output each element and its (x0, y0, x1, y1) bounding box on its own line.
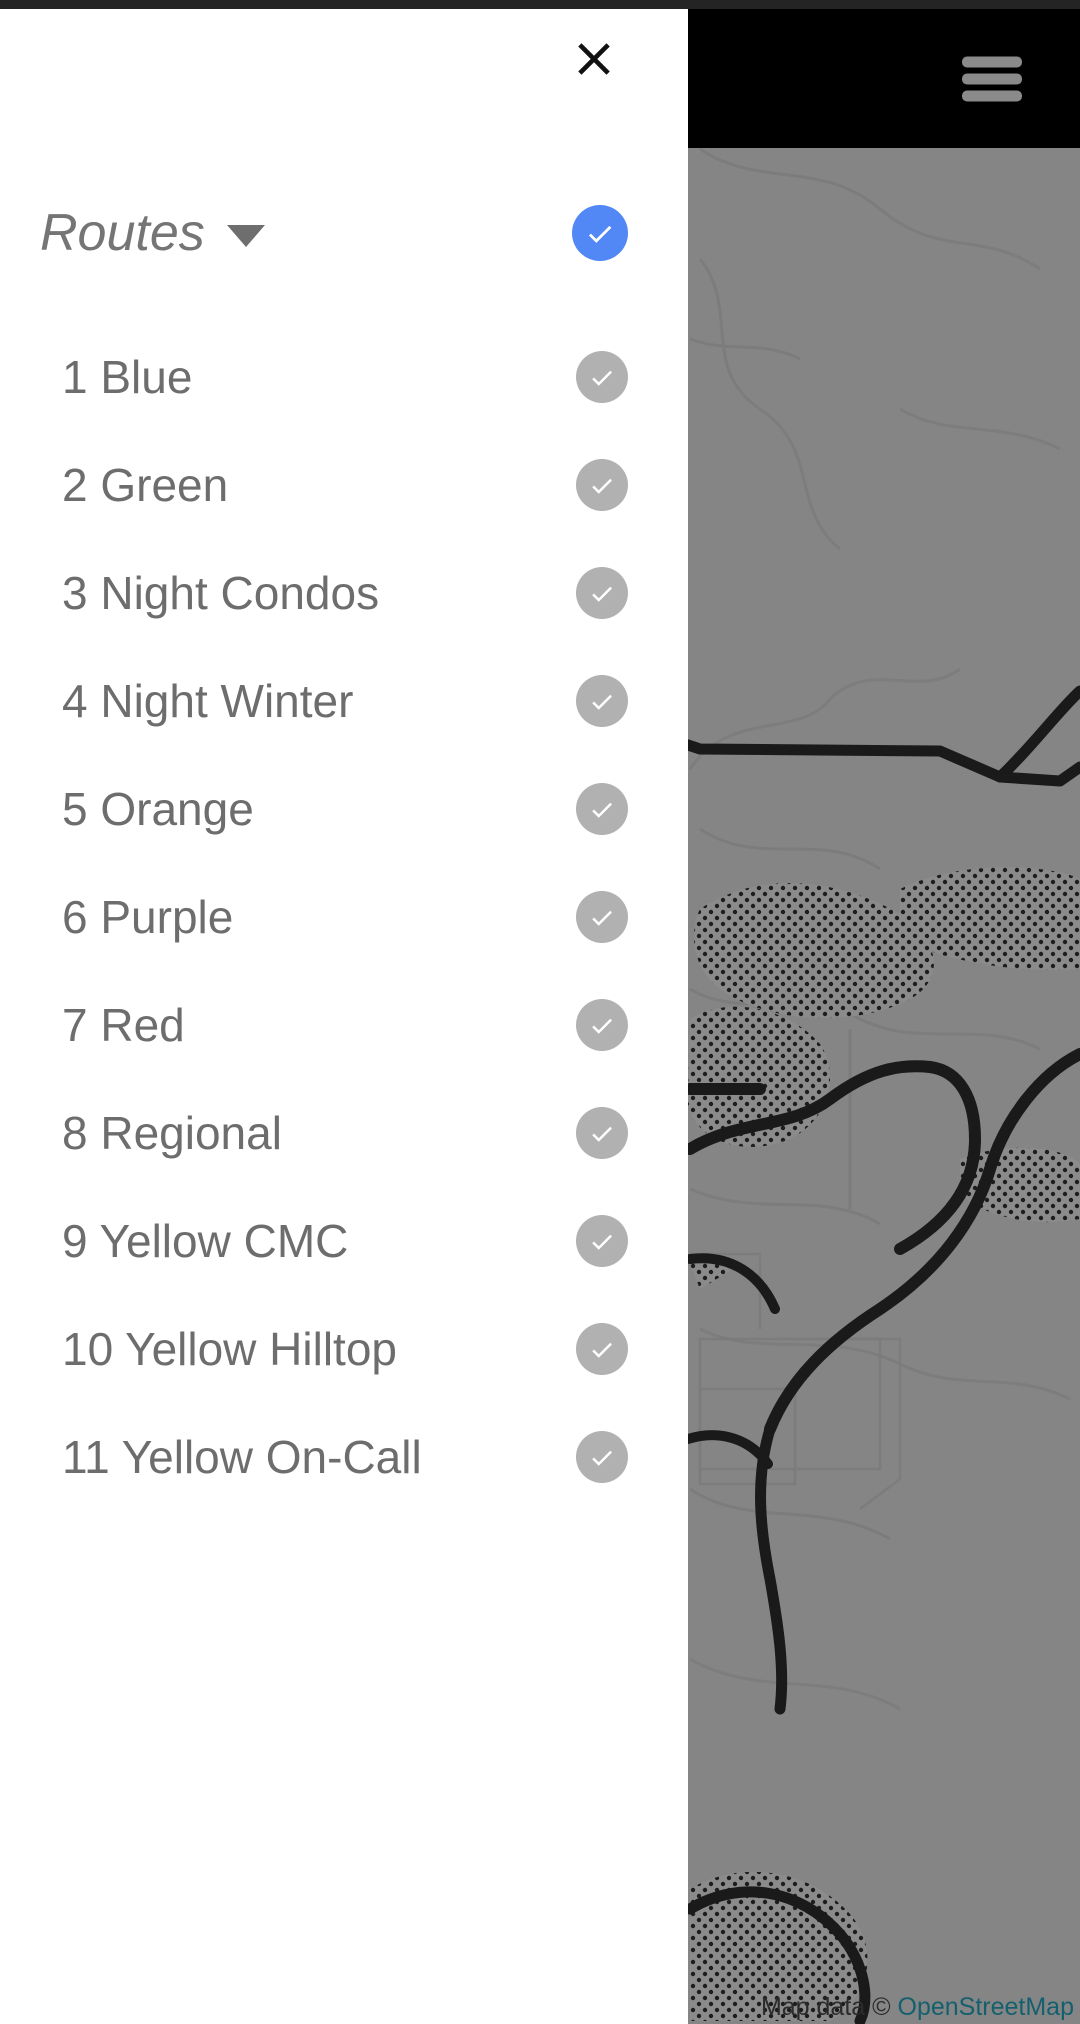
route-row-11[interactable]: 11 Yellow On-Call (0, 1403, 688, 1511)
route-row-5[interactable]: 5 Orange (0, 755, 688, 863)
route-row-6[interactable]: 6 Purple (0, 863, 688, 971)
hamburger-bar-1 (962, 56, 1022, 67)
routes-group-checkbox[interactable] (572, 205, 628, 261)
openstreetmap-link[interactable]: OpenStreetMap (898, 1993, 1075, 2021)
check-icon (592, 1126, 612, 1142)
check-icon (592, 478, 612, 494)
route-label: 1 Blue (62, 351, 193, 403)
drawer-header (0, 9, 688, 137)
hamburger-bar-3 (962, 90, 1022, 101)
status-bar (0, 0, 1080, 9)
routes-list: 1 Blue 2 Green 3 Night Condos 4 Night Wi… (0, 323, 688, 1511)
route-checkbox[interactable] (576, 459, 628, 511)
routes-group-title: Routes (40, 204, 205, 262)
route-label: 5 Orange (62, 783, 254, 835)
route-label: 9 Yellow CMC (62, 1215, 349, 1267)
route-checkbox[interactable] (576, 1323, 628, 1375)
route-checkbox[interactable] (576, 675, 628, 727)
hamburger-bar-2 (962, 73, 1022, 84)
route-row-7[interactable]: 7 Red (0, 971, 688, 1079)
route-label: 7 Red (62, 999, 185, 1051)
route-label: 3 Night Condos (62, 567, 380, 619)
route-label: 8 Regional (62, 1107, 282, 1159)
routes-group-title-wrap[interactable]: Routes (40, 207, 572, 259)
route-row-2[interactable]: 2 Green (0, 431, 688, 539)
route-checkbox[interactable] (576, 567, 628, 619)
check-icon (592, 1018, 612, 1034)
route-label: 6 Purple (62, 891, 234, 943)
check-icon (592, 1450, 612, 1466)
routes-drawer-panel: Routes 1 Blue 2 Green 3 Night Condos 4 N… (0, 9, 688, 2024)
route-label: 11 Yellow On-Call (62, 1431, 422, 1483)
map-attribution-prefix: Map data © (760, 1993, 898, 2021)
route-row-9[interactable]: 9 Yellow CMC (0, 1187, 688, 1295)
route-checkbox[interactable] (576, 891, 628, 943)
route-row-4[interactable]: 4 Night Winter (0, 647, 688, 755)
route-checkbox[interactable] (576, 999, 628, 1051)
routes-group-header[interactable]: Routes (0, 173, 688, 293)
route-row-3[interactable]: 3 Night Condos (0, 539, 688, 647)
close-icon[interactable] (566, 31, 622, 87)
route-label: 10 Yellow Hilltop (62, 1323, 398, 1375)
check-icon (592, 370, 612, 386)
check-icon (592, 802, 612, 818)
route-checkbox[interactable] (576, 351, 628, 403)
check-icon (592, 910, 612, 926)
route-checkbox[interactable] (576, 783, 628, 835)
route-label: 4 Night Winter (62, 675, 354, 727)
check-icon (592, 1234, 612, 1250)
check-icon (592, 694, 612, 710)
route-row-10[interactable]: 10 Yellow Hilltop (0, 1295, 688, 1403)
route-checkbox[interactable] (576, 1107, 628, 1159)
route-row-1[interactable]: 1 Blue (0, 323, 688, 431)
app-root: Map data © OpenStreetMap Routes 1 Blue 2… (0, 0, 1080, 2024)
check-icon (592, 1342, 612, 1358)
route-label: 2 Green (62, 459, 229, 511)
hamburger-menu-icon[interactable] (962, 56, 1022, 101)
route-checkbox[interactable] (576, 1431, 628, 1483)
check-icon (592, 586, 612, 602)
chevron-down-icon[interactable] (226, 225, 265, 247)
route-row-8[interactable]: 8 Regional (0, 1079, 688, 1187)
route-checkbox[interactable] (576, 1215, 628, 1267)
check-icon (588, 225, 612, 243)
map-attribution: Map data © OpenStreetMap (761, 1993, 1074, 2022)
